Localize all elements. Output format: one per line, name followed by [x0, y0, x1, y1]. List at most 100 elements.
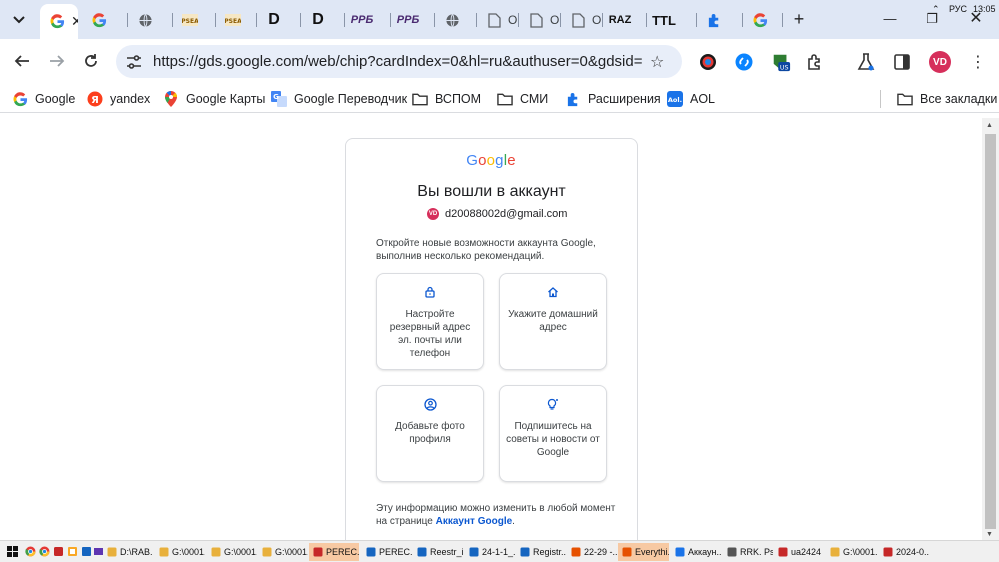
tab[interactable]: ✕ — [40, 4, 78, 39]
taskbar-window-button[interactable]: ua2424 ... — [774, 543, 824, 561]
app-icon — [106, 547, 117, 558]
taskbar-window-button[interactable]: 22-29 -... — [567, 543, 617, 561]
bookmark-item[interactable]: СМИ — [497, 90, 548, 108]
puzzle-icon — [567, 92, 577, 106]
tab[interactable] — [743, 4, 783, 36]
tab[interactable] — [435, 4, 477, 36]
taskbar-window-button[interactable]: G:\0001... — [258, 543, 308, 561]
windows-start-icon[interactable] — [7, 546, 18, 557]
taskbar-window-button[interactable]: G:\0001... — [826, 543, 877, 561]
tab[interactable]: PSEA — [216, 4, 257, 36]
tab[interactable] — [82, 4, 128, 36]
clock[interactable]: 13:05 — [973, 4, 996, 14]
taskbar-label: G:\0001... — [843, 547, 877, 557]
google-g-icon — [13, 91, 27, 106]
tile-label: Укажите домашний адрес — [508, 309, 598, 333]
bookmark-item[interactable]: Google — [12, 90, 75, 108]
colorpick-extension-icon[interactable] — [698, 52, 718, 72]
pbda-icon: PSEA — [182, 14, 198, 26]
bookmark-label: Google Переводчик — [294, 92, 408, 106]
google-g-icon — [50, 14, 64, 29]
bookmark-label: Google Карты — [186, 92, 266, 106]
tab[interactable]: D — [301, 4, 345, 36]
taskbar-label: 22-29 -... — [584, 547, 617, 557]
taskbar-window-button[interactable]: G:\0001... — [207, 543, 257, 561]
tab[interactable] — [128, 4, 173, 36]
bookmark-item[interactable]: Яyandex — [87, 90, 150, 108]
bookmark-label: Google — [35, 92, 76, 106]
bookmark-item[interactable]: ВСПОМ — [412, 90, 481, 108]
reload-button[interactable] — [80, 50, 102, 72]
input-language[interactable]: РУС — [949, 4, 967, 14]
taskbar-label: RRK. Ps... — [740, 547, 773, 557]
back-button[interactable] — [11, 50, 33, 72]
taskbar-label: G:\0001... — [275, 547, 308, 557]
globe-icon — [138, 13, 152, 27]
taskbar-window-button[interactable]: 24-1-1_... — [465, 543, 515, 561]
tab-search-button[interactable] — [6, 7, 32, 33]
tile-profile-photo[interactable]: Добавьте фото профиля — [376, 385, 484, 482]
taskbar-window-button[interactable]: Аккаун... — [671, 543, 722, 561]
taskbar-label: PEREC... — [379, 547, 412, 557]
google-account-link[interactable]: Аккаунт Google — [436, 516, 513, 527]
tab[interactable]: PSEA — [173, 4, 216, 36]
forward-button[interactable] — [46, 50, 68, 72]
taskbar-window-button[interactable]: Everythi... — [618, 543, 669, 561]
taskbar-window-button[interactable]: Reestr_i... — [413, 543, 463, 561]
tab[interactable]: Оши — [477, 4, 519, 36]
app-icon — [674, 547, 685, 558]
tab[interactable]: Оши — [561, 4, 603, 36]
bookmark-star-icon[interactable]: ☆ — [650, 52, 664, 72]
vpn-extension-icon[interactable]: US — [771, 52, 791, 72]
url-text[interactable]: https://gds.google.com/web/chip?cardInde… — [153, 53, 643, 70]
close-tab-icon[interactable]: ✕ — [71, 13, 78, 30]
new-tab-button[interactable]: + — [788, 8, 810, 30]
taskbar-window-button[interactable]: Registr... — [516, 543, 566, 561]
tab[interactable]: PPБ — [345, 4, 391, 36]
profile-avatar[interactable]: VD — [929, 51, 951, 73]
tab[interactable] — [697, 4, 743, 36]
site-info-icon[interactable] — [125, 53, 143, 71]
app-pinned-icon[interactable] — [81, 546, 92, 557]
bookmark-label: Все закладки — [920, 92, 998, 106]
minimize-button[interactable]: — — [880, 8, 900, 30]
svg-text:Я: Я — [91, 95, 99, 106]
bookmark-item[interactable]: Расширения — [565, 90, 661, 108]
taskbar-window-button[interactable]: 2024-0... — [879, 543, 929, 561]
labs-flask-icon[interactable] — [856, 52, 876, 72]
bookmark-item[interactable]: Aol. AOL — [667, 90, 715, 108]
bookmark-item[interactable]: G Google Переводчик — [271, 90, 407, 108]
shazam-extension-icon[interactable] — [734, 52, 754, 72]
tab[interactable]: D — [257, 4, 301, 36]
svg-text:PSEA: PSEA — [225, 18, 241, 25]
scroll-down-arrow-icon[interactable]: ▼ — [986, 531, 993, 538]
chrome-pinned-icon[interactable] — [39, 546, 50, 557]
tray-chevron-icon[interactable]: ⌃ — [932, 4, 940, 15]
extensions-puzzle-icon[interactable] — [805, 52, 825, 72]
scrollbar-thumb[interactable] — [985, 134, 996, 529]
tab-separator — [782, 13, 783, 27]
bookmark-item[interactable]: Google Карты — [163, 90, 265, 108]
bookmark-item[interactable]: Все закладки — [897, 90, 997, 108]
app-pinned-icon[interactable] — [67, 546, 78, 557]
app-pinned-icon[interactable] — [53, 546, 64, 557]
tile-recovery-contact[interactable]: Настройте резервный адрес эл. почты или … — [376, 273, 484, 370]
tile-home-address[interactable]: Укажите домашний адрес — [499, 273, 607, 370]
tile-tips-news[interactable]: Подпишитесь на советы и новости от Googl… — [499, 385, 607, 482]
taskbar-window-button[interactable]: PEREC... — [362, 543, 412, 561]
tab[interactable]: TTL — [647, 4, 697, 36]
taskbar-window-button[interactable]: G:\0001... — [155, 543, 205, 561]
ppb-icon: PPБ — [396, 14, 420, 26]
side-panel-icon[interactable] — [892, 52, 912, 72]
tab[interactable]: Оши — [519, 4, 561, 36]
tab[interactable]: RAZ — [603, 4, 647, 36]
taskbar-window-button[interactable]: RRK. Ps... — [723, 543, 773, 561]
arrow-left-icon — [14, 55, 29, 67]
browser-menu-button[interactable]: ⋮ — [970, 52, 986, 72]
tab[interactable]: PPБ — [391, 4, 435, 36]
taskbar-window-button[interactable]: PEREC... — [309, 543, 359, 561]
scroll-up-arrow-icon[interactable]: ▲ — [986, 122, 993, 129]
taskbar-window-button[interactable]: D:\RAB... — [103, 543, 153, 561]
chrome-pinned-icon[interactable] — [25, 546, 36, 557]
svg-text:Aol.: Aol. — [668, 96, 682, 104]
